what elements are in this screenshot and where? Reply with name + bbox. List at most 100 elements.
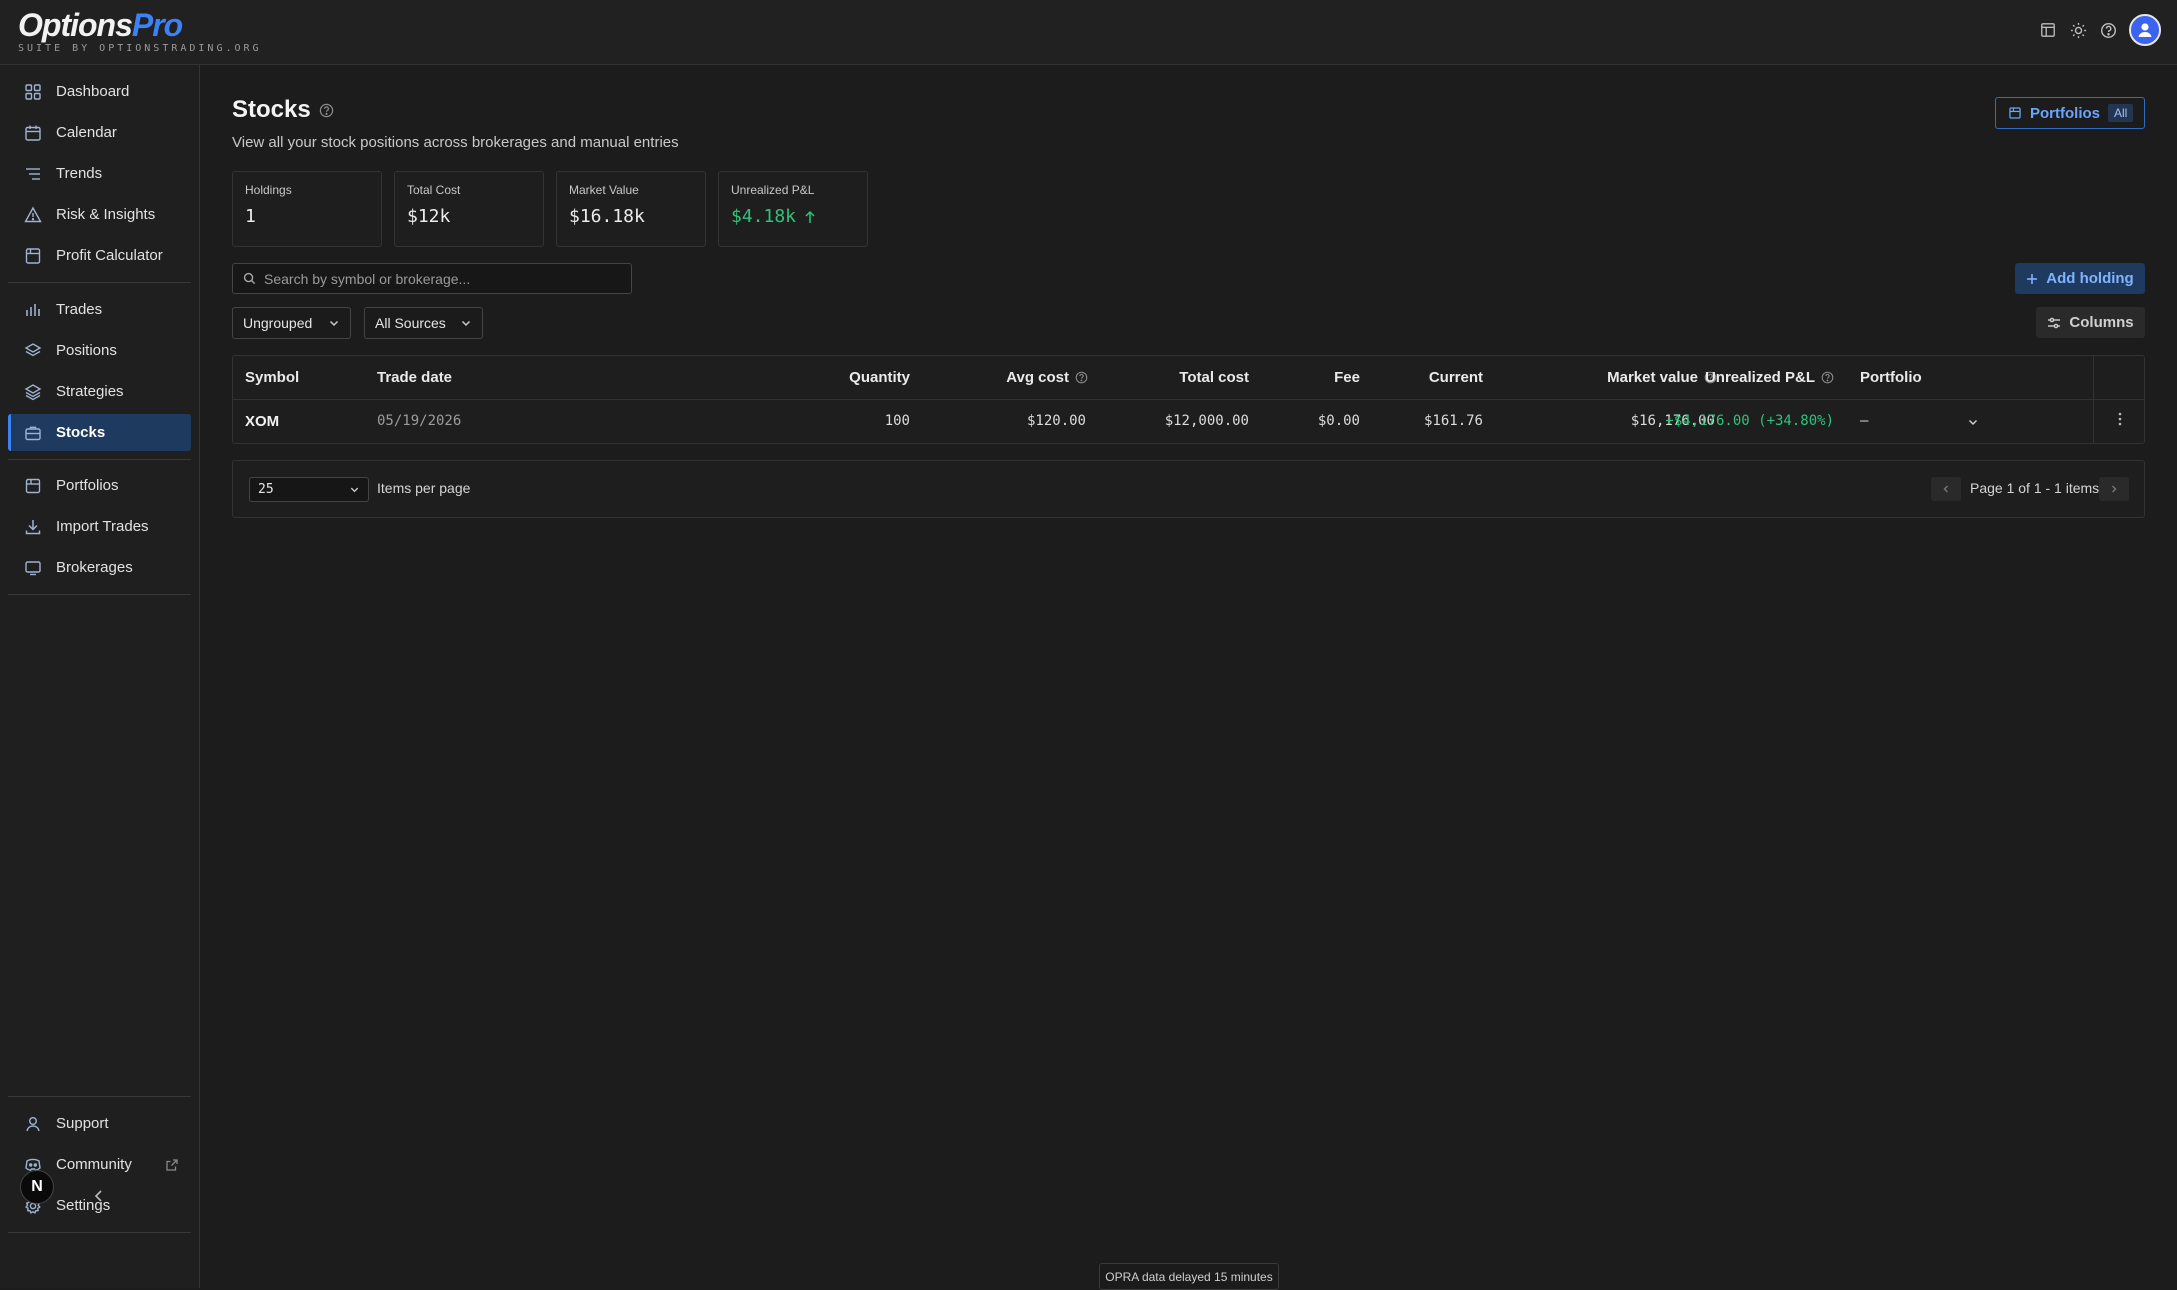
sidebar-item-stocks[interactable]: Stocks: [8, 414, 191, 451]
group-by-select[interactable]: Ungrouped: [232, 307, 351, 339]
sidebar: Dashboard Calendar Trends Risk & Insight…: [0, 65, 200, 1288]
sidebar-item-strategies[interactable]: Strategies: [8, 373, 191, 410]
arrow-up-icon: [805, 210, 815, 223]
column-header-fee[interactable]: Fee: [1334, 369, 1360, 386]
column-header-symbol[interactable]: Symbol: [245, 369, 299, 386]
sidebar-item-calendar[interactable]: Calendar: [8, 114, 191, 151]
plus-icon: [2027, 273, 2038, 284]
group-by-value: Ungrouped: [243, 315, 313, 331]
more-vertical-icon[interactable]: [2117, 411, 2123, 427]
column-header-market-value[interactable]: Market value: [1607, 369, 1717, 386]
previous-page-button[interactable]: [1931, 477, 1961, 501]
sidebar-divider: [8, 1232, 191, 1233]
cell-avg-cost: $120.00: [1026, 413, 1086, 429]
sidebar-item-label: Import Trades: [56, 518, 149, 535]
column-header-total-cost[interactable]: Total cost: [1179, 369, 1249, 386]
columns-button[interactable]: Columns: [2036, 307, 2145, 338]
stat-card-unrealized-pnl: Unrealized P&L $4.18k: [718, 171, 868, 247]
sidebar-item-dashboard[interactable]: Dashboard: [8, 73, 191, 110]
column-header-label: Unrealized P&L: [1704, 369, 1815, 386]
calendar-icon: [25, 125, 41, 141]
columns-label: Columns: [2069, 314, 2134, 331]
cell-total-cost: $12,000.00: [1164, 413, 1249, 429]
sidebar-item-positions[interactable]: Positions: [8, 332, 191, 369]
cell-unrealized-pnl: +$4,176.00 (+34.80%): [1665, 413, 1834, 429]
sidebar-item-label: Community: [56, 1156, 132, 1173]
column-header-portfolio[interactable]: Portfolio: [1860, 369, 1922, 386]
sidebar-divider: [8, 282, 191, 283]
notification-badge[interactable]: N: [20, 1170, 54, 1204]
sidebar-item-portfolios[interactable]: Portfolios: [8, 467, 191, 504]
page-subtitle: View all your stock positions across bro…: [232, 134, 679, 151]
stat-label: Total Cost: [407, 183, 461, 197]
table-divider: [2093, 356, 2094, 443]
column-header-label: Total cost: [1179, 369, 1249, 386]
help-circle-icon[interactable]: [319, 103, 334, 118]
sidebar-item-label: Strategies: [56, 383, 124, 400]
sidebar-item-profit-calculator[interactable]: Profit Calculator: [8, 237, 191, 274]
chevron-down-icon[interactable]: [1967, 416, 1979, 428]
chevron-right-icon: [2112, 485, 2117, 493]
search-icon: [243, 272, 256, 285]
items-per-page-select[interactable]: 25: [249, 477, 369, 502]
column-header-trade-date[interactable]: Trade date: [377, 369, 452, 386]
cell-portfolio: —: [1860, 413, 1869, 429]
bar-chart-icon: [26, 303, 40, 316]
data-delay-badge: OPRA data delayed 15 minutes: [1099, 1263, 1279, 1290]
pagination-bar: 25 Items per page Page 1 of 1 - 1 items: [232, 460, 2145, 518]
stat-label: Unrealized P&L: [731, 183, 815, 197]
column-header-label: Symbol: [245, 369, 300, 386]
sliders-icon: [2048, 317, 2061, 328]
app-logo[interactable]: OptionsPro SUITE BY OPTIONSTRADING.ORG: [18, 8, 262, 54]
external-link-icon: [166, 1158, 178, 1171]
sidebar-item-label: Dashboard: [56, 83, 130, 100]
add-holding-button[interactable]: Add holding: [2015, 263, 2145, 294]
sidebar-item-import-trades[interactable]: Import Trades: [8, 508, 191, 545]
sidebar-divider: [8, 459, 191, 460]
column-header-avg-cost[interactable]: Avg cost: [1006, 369, 1088, 386]
sidebar-item-label: Trends: [56, 165, 103, 182]
sidebar-item-brokerages[interactable]: Brokerages: [8, 549, 191, 586]
help-circle-icon[interactable]: [1821, 371, 1834, 384]
help-circle-icon[interactable]: [1075, 371, 1088, 384]
stat-value: $16.18k: [569, 206, 645, 227]
folder-icon: [2009, 107, 2021, 119]
search-input[interactable]: [264, 270, 624, 287]
column-header-label: Avg cost: [1006, 369, 1069, 386]
search-field[interactable]: [232, 263, 632, 294]
column-header-label: Quantity: [849, 369, 910, 386]
logo-text-accent: Pro: [131, 7, 183, 43]
portfolios-filter-pill: All: [2108, 104, 2134, 122]
cell-fee: $0.00: [1317, 413, 1360, 429]
sidebar-item-label: Calendar: [56, 124, 117, 141]
cell-trade-date: 05/19/2026: [377, 413, 462, 429]
sidebar-item-trends[interactable]: Trends: [8, 155, 191, 192]
help-circle-icon[interactable]: [2099, 21, 2117, 39]
grid-icon: [25, 83, 41, 100]
add-holding-label: Add holding: [2046, 270, 2134, 287]
table-divider: [233, 399, 2144, 400]
portfolios-button-label: Portfolios: [2030, 104, 2100, 122]
layout-icon[interactable]: [2039, 21, 2057, 39]
page-info: Page 1 of 1 - 1 items: [1970, 480, 2100, 496]
sidebar-item-label: Risk & Insights: [56, 206, 156, 223]
source-select[interactable]: All Sources: [364, 307, 483, 339]
sidebar-item-risk-insights[interactable]: Risk & Insights: [8, 196, 191, 233]
cell-symbol[interactable]: XOM: [245, 413, 279, 430]
stat-card-total-cost: Total Cost $12k: [394, 171, 544, 247]
chevron-down-icon: [350, 487, 359, 493]
sidebar-item-support[interactable]: Support: [8, 1105, 191, 1142]
user-avatar[interactable]: [2129, 14, 2161, 46]
column-header-quantity[interactable]: Quantity: [849, 369, 910, 386]
sun-icon[interactable]: [2069, 21, 2087, 39]
portfolios-filter-button[interactable]: Portfolios All: [1995, 97, 2145, 129]
column-header-label: Fee: [1334, 369, 1360, 386]
column-header-current[interactable]: Current: [1429, 369, 1483, 386]
sidebar-item-trades[interactable]: Trades: [8, 291, 191, 328]
stat-value: $4.18k: [731, 206, 797, 227]
column-header-unrealized-pnl[interactable]: Unrealized P&L: [1705, 369, 1834, 386]
next-page-button[interactable]: [2099, 477, 2129, 501]
chevron-down-icon: [329, 320, 339, 327]
download-icon: [25, 519, 41, 534]
collapse-sidebar-icon[interactable]: [90, 1187, 108, 1205]
